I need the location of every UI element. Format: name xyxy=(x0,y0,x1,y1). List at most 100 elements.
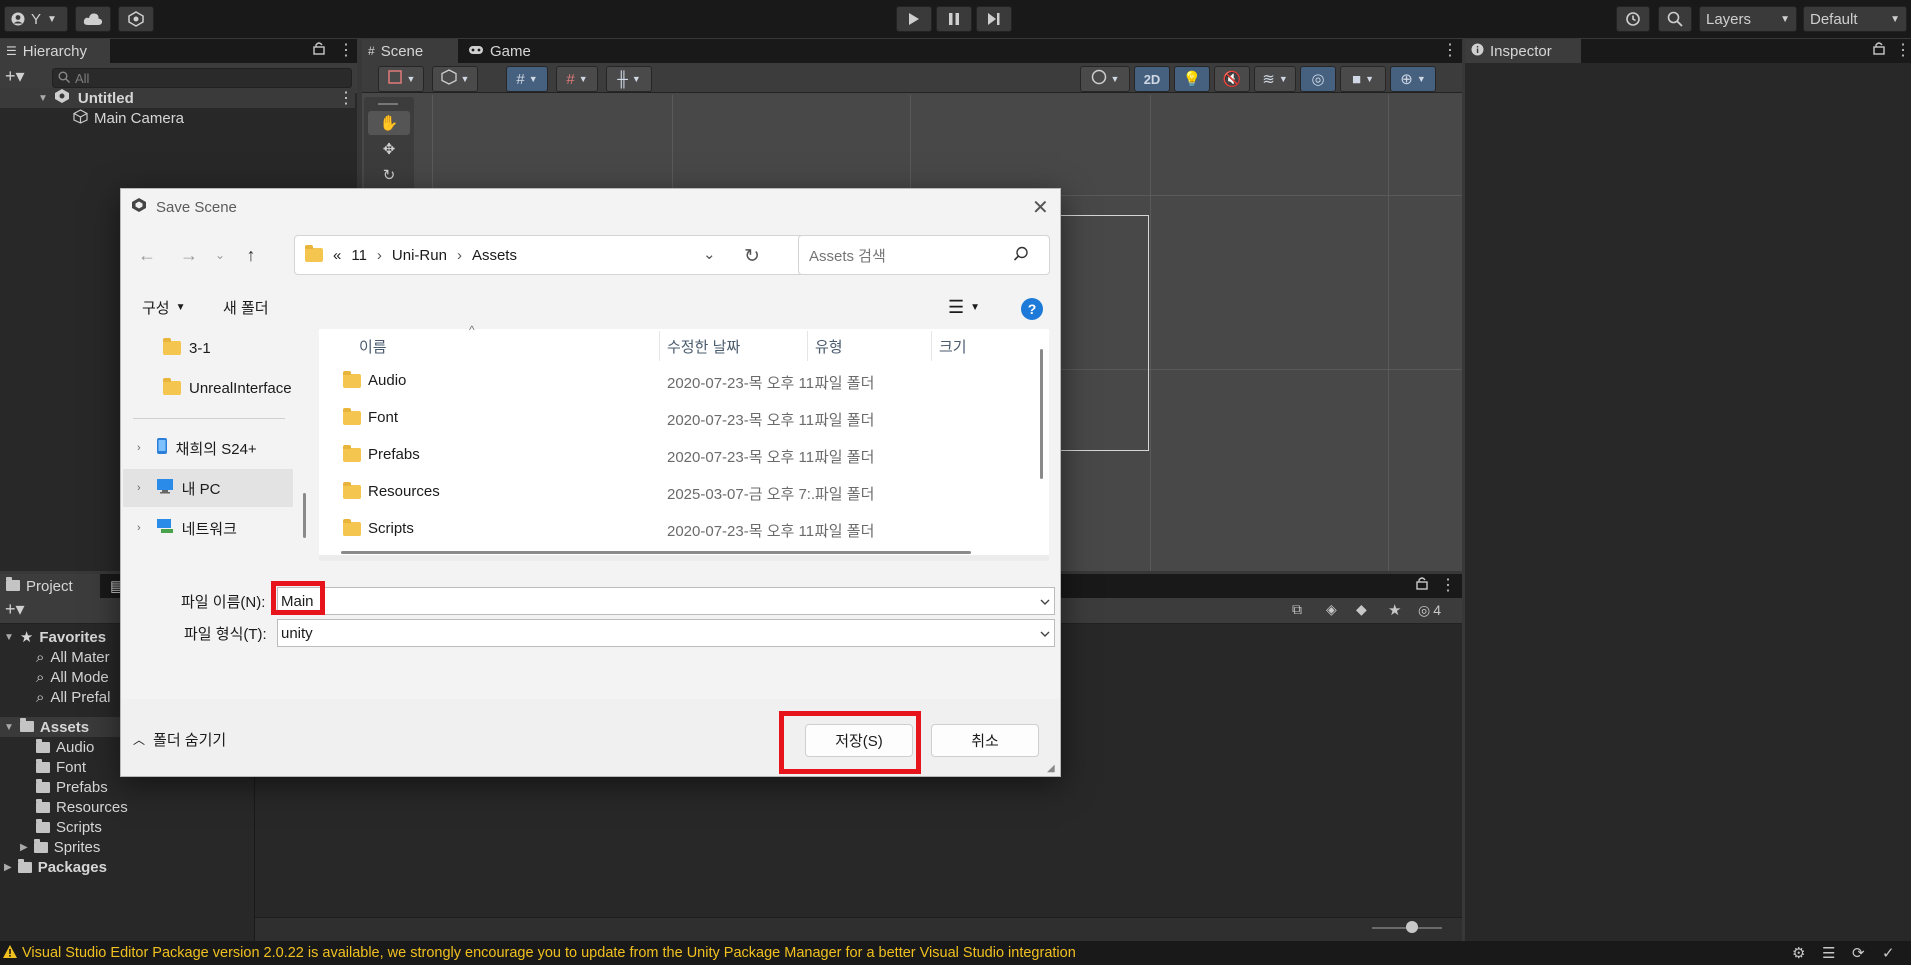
more-menu-icon[interactable]: ⋮ xyxy=(338,88,354,108)
resize-grip-icon[interactable]: ◢ xyxy=(1047,763,1055,774)
file-row[interactable]: Font 2020-07-23-목 오후 11... 파일 폴더 xyxy=(319,400,1049,437)
filename-input[interactable]: Main xyxy=(277,587,1055,615)
asset-folder[interactable]: Font xyxy=(36,757,86,777)
check-circle-icon[interactable]: ✓ xyxy=(1882,944,1895,962)
auto-refresh-icon[interactable]: ⟳ xyxy=(1852,944,1865,962)
grid-snap-toggle[interactable]: # ▼ xyxy=(506,66,548,92)
nav-item-phone[interactable]: › 채희의 S24+ xyxy=(123,429,293,467)
hierarchy-item[interactable]: Main Camera xyxy=(0,108,355,128)
close-icon[interactable]: ✕ xyxy=(1032,195,1049,220)
column-header-date[interactable]: 수정한 날짜 xyxy=(667,329,740,363)
layout-dropdown[interactable]: Default ▼ xyxy=(1803,6,1907,32)
file-row[interactable]: Scripts 2020-07-23-목 오후 11... 파일 폴더 xyxy=(319,511,1049,548)
star-icon[interactable]: ★ xyxy=(1388,601,1410,621)
column-header-name[interactable]: 이름 xyxy=(359,329,387,363)
cloud-button[interactable] xyxy=(75,6,111,32)
audio-toggle[interactable]: 🔇 xyxy=(1214,66,1250,92)
hand-tool[interactable]: ✋ xyxy=(368,111,410,135)
grid-plane-dropdown[interactable]: # ▼ xyxy=(556,66,598,92)
more-menu-icon[interactable]: ⋮ xyxy=(338,40,354,60)
draw-mode-dropdown[interactable]: ▼ xyxy=(378,66,424,92)
cancel-button[interactable]: 취소 xyxy=(931,724,1039,757)
zoom-slider-handle[interactable] xyxy=(1406,921,1418,933)
more-menu-icon[interactable]: ⋮ xyxy=(1442,40,1458,60)
breadcrumb-item[interactable]: 11 xyxy=(351,247,367,264)
column-header-size[interactable]: 크기 xyxy=(939,329,967,363)
more-menu-icon[interactable]: ⋮ xyxy=(1895,40,1911,60)
chevron-right-icon[interactable]: › xyxy=(137,522,141,534)
lighting-toggle[interactable]: 💡 xyxy=(1174,66,1210,92)
search-button[interactable] xyxy=(1658,6,1692,32)
back-button[interactable]: ← xyxy=(132,241,162,269)
file-row[interactable]: Prefabs 2020-07-23-목 오후 11... 파일 폴더 xyxy=(319,437,1049,474)
status-message[interactable]: Visual Studio Editor Package version 2.0… xyxy=(22,945,1076,961)
scene-row[interactable]: ▼ Untitled ⋮ xyxy=(0,88,355,108)
asset-folder[interactable]: Audio xyxy=(36,737,94,757)
tab-hierarchy[interactable]: ☰ Hierarchy xyxy=(0,39,110,63)
refresh-icon[interactable]: ↻ xyxy=(744,245,760,268)
tab-scene[interactable]: # Scene xyxy=(362,39,458,63)
tab-game[interactable]: Game xyxy=(462,39,552,63)
hierarchy-search-input[interactable]: All xyxy=(52,68,352,88)
breadcrumb-item[interactable]: Assets xyxy=(472,247,517,264)
debug-icon[interactable]: ⚙ xyxy=(1792,944,1805,962)
favorite-item[interactable]: ⌕ All Mode xyxy=(36,667,109,687)
history-button[interactable] xyxy=(1616,6,1650,32)
new-folder-button[interactable]: 새 폴더 xyxy=(223,297,269,318)
expand-arrow-icon[interactable]: ▶ xyxy=(4,862,12,873)
nav-item-folder[interactable]: 3-1 xyxy=(123,329,293,367)
nav-item-folder[interactable]: UnrealInterface xyxy=(123,369,293,407)
asset-folder[interactable]: Scripts xyxy=(36,817,102,837)
camera-dropdown[interactable]: ■ ▼ xyxy=(1340,66,1386,92)
expand-arrow-icon[interactable]: ▼ xyxy=(38,93,48,104)
chevron-down-icon[interactable] xyxy=(1040,626,1050,637)
database-icon[interactable]: ☰ xyxy=(1822,944,1835,962)
expand-arrow-icon[interactable]: ▼ xyxy=(4,722,14,733)
lock-icon[interactable] xyxy=(1416,576,1428,595)
breadcrumb-item[interactable]: Uni-Run xyxy=(392,247,447,264)
horizontal-scrollbar[interactable] xyxy=(341,551,971,554)
chevron-down-icon[interactable]: ⌄ xyxy=(703,245,716,263)
view-options-button[interactable]: ☰ ▼ xyxy=(948,297,980,318)
more-menu-icon[interactable]: ⋮ xyxy=(1440,575,1456,595)
nav-pane-scrollbar[interactable] xyxy=(303,493,306,538)
recent-locations-button[interactable]: ⌄ xyxy=(205,241,235,269)
lock-icon[interactable] xyxy=(1873,41,1885,60)
shading-dropdown[interactable]: ▼ xyxy=(1080,66,1130,92)
chevron-down-icon[interactable] xyxy=(1040,594,1050,605)
nav-item-pc[interactable]: › 내 PC xyxy=(123,469,293,507)
scene-visibility-toggle[interactable]: ◎ xyxy=(1300,66,1336,92)
column-header-type[interactable]: 유형 xyxy=(815,329,843,363)
dialog-search-input[interactable]: Assets 검색 xyxy=(798,235,1050,275)
gizmos-dropdown[interactable]: ⊕ ▼ xyxy=(1390,66,1436,92)
asset-folder[interactable]: Prefabs xyxy=(36,777,108,797)
hide-folders-toggle[interactable]: ︿ 폴더 숨기기 xyxy=(133,729,226,750)
packages-row[interactable]: ▶ Packages xyxy=(4,857,107,877)
account-dropdown[interactable]: Y ▼ xyxy=(4,6,68,32)
step-button[interactable] xyxy=(976,6,1012,32)
rotate-tool[interactable]: ↻ xyxy=(368,163,410,187)
asset-folder[interactable]: ▶ Sprites xyxy=(20,837,100,857)
vertical-scrollbar[interactable] xyxy=(1040,349,1043,479)
collab-button[interactable] xyxy=(118,6,154,32)
hidden-packages-toggle[interactable]: ◎ 4 xyxy=(1418,602,1441,619)
play-button[interactable] xyxy=(896,6,932,32)
move-tool[interactable]: ✥ xyxy=(368,137,410,161)
filter-icon[interactable]: ◈ xyxy=(1326,601,1348,621)
up-button[interactable]: ↑ xyxy=(236,241,266,269)
chevron-right-icon[interactable]: › xyxy=(137,482,141,494)
favorites-row[interactable]: ▼ ★ Favorites xyxy=(4,627,106,647)
tab-inspector[interactable]: Inspector xyxy=(1465,39,1581,63)
help-button[interactable]: ? xyxy=(1021,298,1043,320)
label-icon[interactable]: ◆ xyxy=(1356,601,1378,621)
file-row[interactable]: Resources 2025-03-07-금 오후 7:... 파일 폴더 xyxy=(319,474,1049,511)
asset-folder[interactable]: Resources xyxy=(36,797,128,817)
chevron-right-icon[interactable]: › xyxy=(137,442,141,454)
increment-snap-dropdown[interactable]: ╫ ▼ xyxy=(606,66,652,92)
forward-button[interactable]: → xyxy=(174,241,204,269)
favorite-item[interactable]: ⌕ All Mater xyxy=(36,647,110,667)
add-icon[interactable]: +▾ xyxy=(5,599,25,620)
expand-arrow-icon[interactable]: ▼ xyxy=(4,632,14,643)
organize-menu[interactable]: 구성 ▼ xyxy=(142,297,186,318)
filetype-select[interactable]: unity xyxy=(277,619,1055,647)
